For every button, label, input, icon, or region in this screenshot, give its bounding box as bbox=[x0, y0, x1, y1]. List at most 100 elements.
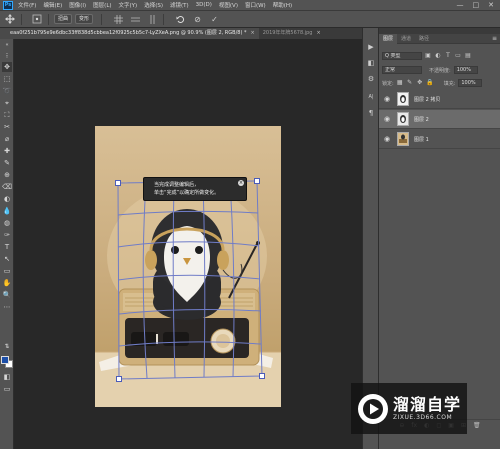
menu-type[interactable]: 文字(Y) bbox=[119, 1, 138, 9]
toolbar-grip-icon: ⁝ bbox=[5, 52, 9, 60]
maximize-button[interactable]: □ bbox=[473, 1, 480, 9]
filter-adjust-icon[interactable]: ◐ bbox=[434, 52, 442, 60]
options-bar: 扭曲 变形 ⊘ ✓ bbox=[0, 11, 500, 28]
menu-bar: Ps 文件(F) 编辑(E) 图像(I) 图层(L) 文字(Y) 选择(S) 滤… bbox=[0, 0, 500, 11]
lasso-tool-icon[interactable]: ➰ bbox=[2, 86, 12, 96]
lock-paint-icon[interactable]: ✎ bbox=[406, 79, 414, 87]
menu-filter[interactable]: 滤镜(T) bbox=[170, 1, 189, 9]
close-window-button[interactable]: ✕ bbox=[488, 1, 494, 9]
commit-transform-icon[interactable]: ✓ bbox=[209, 14, 220, 25]
lock-pixels-icon[interactable]: ▦ bbox=[396, 79, 404, 87]
filter-type-icon[interactable]: T bbox=[444, 52, 452, 60]
cancel-transform-icon[interactable]: ⊘ bbox=[192, 14, 203, 25]
toolbar-collapse-icon[interactable]: « bbox=[2, 40, 12, 50]
layer-row-selected[interactable]: ◉ 图层 2 bbox=[379, 110, 500, 129]
play-actions-icon[interactable]: ▶ bbox=[366, 42, 376, 52]
window-controls: — □ ✕ bbox=[457, 1, 495, 9]
clone-stamp-tool-icon[interactable]: ⊕ bbox=[2, 170, 12, 180]
tab-close-icon[interactable]: × bbox=[316, 28, 320, 39]
quick-mask-icon[interactable]: ◧ bbox=[2, 372, 12, 382]
menu-edit[interactable]: 编辑(E) bbox=[43, 1, 62, 9]
layer-visibility-eye-icon[interactable]: ◉ bbox=[382, 95, 392, 103]
pen-tool-icon[interactable]: ✑ bbox=[2, 230, 12, 240]
options-separator bbox=[21, 13, 22, 25]
panel-menu-icon[interactable]: ≡ bbox=[492, 35, 497, 42]
type-tool-icon[interactable]: T bbox=[2, 242, 12, 252]
undo-warp-icon[interactable] bbox=[175, 14, 186, 25]
tab-channels[interactable]: 通道 bbox=[397, 34, 415, 44]
filter-shape-icon[interactable]: ▭ bbox=[454, 52, 462, 60]
opacity-label: 不透明度: bbox=[429, 67, 451, 74]
more-tools-icon[interactable]: ⋯ bbox=[2, 302, 12, 312]
foreground-color-swatch[interactable] bbox=[1, 356, 9, 364]
tab-close-icon[interactable]: × bbox=[251, 28, 255, 39]
tab-layers[interactable]: 图层 bbox=[379, 33, 398, 44]
menu-file[interactable]: 文件(F) bbox=[18, 1, 36, 9]
menu-window[interactable]: 窗口(W) bbox=[245, 1, 266, 9]
gradient-tool-icon[interactable]: ◐ bbox=[2, 194, 12, 204]
blend-mode-select[interactable]: 正常 bbox=[382, 66, 422, 74]
paragraph-icon[interactable]: ¶ bbox=[366, 108, 376, 118]
menu-select[interactable]: 选择(S) bbox=[144, 1, 163, 9]
layer-thumbnail bbox=[397, 112, 409, 126]
layer-row-copy[interactable]: ◉ 图层 2 拷贝 bbox=[379, 90, 500, 109]
eyedropper-tool-icon[interactable]: ⌀ bbox=[2, 134, 12, 144]
tab-paths[interactable]: 路径 bbox=[415, 34, 433, 44]
screen-mode-icon[interactable]: ▭ bbox=[2, 384, 12, 394]
lock-all-icon[interactable]: 🔒 bbox=[426, 79, 434, 87]
eraser-tool-icon[interactable]: ⌫ bbox=[2, 182, 12, 192]
layer-name: 图层 2 拷贝 bbox=[414, 96, 441, 103]
tooltip-close-icon[interactable]: × bbox=[238, 180, 244, 186]
character-icon[interactable]: A| bbox=[366, 92, 376, 102]
layer-row-background[interactable]: ◉ 图层 1 bbox=[379, 130, 500, 149]
dodge-tool-icon[interactable]: ◍ bbox=[2, 218, 12, 228]
options-separator bbox=[163, 13, 165, 25]
delete-layer-icon[interactable]: 🗑 bbox=[473, 422, 481, 429]
canvas-area[interactable]: 当完成调整编辑后， 单击“完成”以确定所做变化。 × bbox=[14, 39, 362, 449]
move-icon[interactable] bbox=[4, 13, 16, 25]
swap-colors-icon[interactable]: ⇅ bbox=[2, 342, 12, 352]
watermark-subtitle: ZIXUE.3D66.COM bbox=[393, 413, 453, 421]
adjustments-icon[interactable]: ⚙ bbox=[366, 74, 376, 84]
fill-input[interactable]: 100% bbox=[458, 79, 483, 87]
layer-visibility-eye-icon[interactable]: ◉ bbox=[382, 135, 392, 143]
menu-3d[interactable]: 3D(D) bbox=[196, 2, 212, 8]
healing-brush-tool-icon[interactable]: ✚ bbox=[2, 146, 12, 156]
grid-split-icon[interactable] bbox=[113, 14, 124, 25]
crop-tool-icon[interactable]: ⛶ bbox=[2, 110, 12, 120]
menu-view[interactable]: 视图(V) bbox=[219, 1, 238, 9]
filter-smart-icon[interactable]: ▤ bbox=[464, 52, 472, 60]
path-select-tool-icon[interactable]: ↖ bbox=[2, 254, 12, 264]
slice-tool-icon[interactable]: ✂ bbox=[2, 122, 12, 132]
lock-position-icon[interactable]: ✥ bbox=[416, 79, 424, 87]
move-tool-icon[interactable]: ✥ bbox=[2, 62, 12, 72]
watermark-text: 溜溜自学 ZIXUE.3D66.COM bbox=[393, 395, 461, 422]
tab-document-active[interactable]: eaa0f251b795e9e6dbc33ff838d5cbbea12f0925… bbox=[6, 28, 259, 39]
layer-visibility-eye-icon[interactable]: ◉ bbox=[382, 115, 392, 123]
menu-help[interactable]: 帮助(H) bbox=[273, 1, 292, 9]
opacity-input[interactable]: 100% bbox=[453, 66, 478, 74]
reference-point-icon[interactable] bbox=[31, 13, 43, 25]
marquee-tool-icon[interactable]: ⬚ bbox=[2, 74, 12, 84]
brush-tool-icon[interactable]: ✎ bbox=[2, 158, 12, 168]
hand-tool-icon[interactable]: ✋ bbox=[2, 278, 12, 288]
properties-icon[interactable]: ◧ bbox=[366, 58, 376, 68]
warp-grid-overlay[interactable] bbox=[14, 39, 362, 449]
rectangle-tool-icon[interactable]: ▭ bbox=[2, 266, 12, 276]
tab-document-2[interactable]: 2019年年牌5678.jpg × bbox=[259, 28, 325, 39]
warp-button[interactable]: 变形 bbox=[75, 14, 94, 24]
panel-tabs: 图层 通道 路径 ≡ bbox=[379, 33, 500, 44]
distort-button[interactable]: 扭曲 bbox=[54, 14, 73, 24]
menu-layer[interactable]: 图层(L) bbox=[93, 1, 111, 9]
tools-panel: « ⁝ ✥ ⬚ ➰ ⌖ ⛶ ✂ ⌀ ✚ ✎ ⊕ ⌫ ◐ 💧 ◍ ✑ T ↖ ▭ … bbox=[0, 39, 14, 449]
blur-tool-icon[interactable]: 💧 bbox=[2, 206, 12, 216]
layer-thumbnail bbox=[397, 132, 409, 146]
zoom-tool-icon[interactable]: 🔍 bbox=[2, 290, 12, 300]
grid-vertical-icon[interactable] bbox=[147, 14, 158, 25]
menu-image[interactable]: 图像(I) bbox=[69, 1, 86, 9]
filter-pixel-icon[interactable]: ▣ bbox=[424, 52, 432, 60]
layer-kind-filter[interactable]: Q 类型 bbox=[382, 52, 422, 60]
minimize-button[interactable]: — bbox=[457, 1, 464, 9]
grid-horizontal-icon[interactable] bbox=[130, 14, 141, 25]
quick-select-tool-icon[interactable]: ⌖ bbox=[2, 98, 12, 108]
